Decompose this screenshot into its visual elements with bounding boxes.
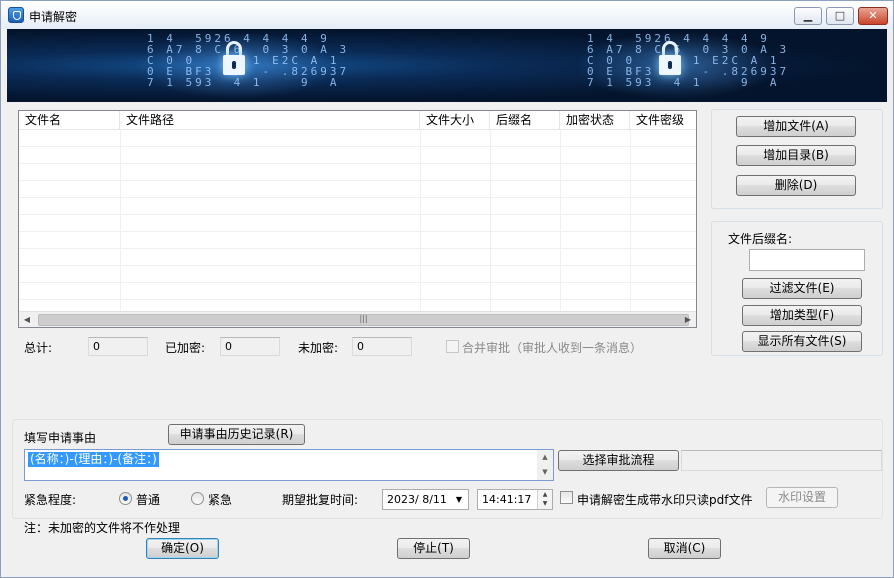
select-approval-flow-button[interactable]: 选择审批流程 bbox=[558, 450, 679, 471]
column-file-name[interactable]: 文件名 bbox=[19, 111, 120, 130]
ok-button[interactable]: 确定(O) bbox=[146, 538, 219, 559]
column-suffix[interactable]: 后缀名 bbox=[490, 111, 560, 130]
column-file-size[interactable]: 文件大小 bbox=[420, 111, 490, 130]
note-text: 注：未加密的文件将不作处理 bbox=[24, 521, 181, 535]
total-count: 0 bbox=[88, 337, 148, 356]
apply-decrypt-window: 申请解密 ▁ □ ✕ 1 4 5926 4 4 4 4 9 6 A7 8 C 6… bbox=[0, 0, 894, 578]
window-title: 申请解密 bbox=[29, 10, 78, 24]
lock-icon bbox=[223, 41, 245, 75]
horizontal-scrollbar[interactable]: ◀ ||| ▶ bbox=[19, 311, 696, 327]
encrypted-label: 已加密: bbox=[165, 341, 206, 355]
file-list[interactable]: 文件名 文件路径 文件大小 后缀名 加密状态 文件密级 ◀ ||| ▶ bbox=[18, 110, 697, 328]
watermark-settings-button[interactable]: 水印设置 bbox=[766, 487, 838, 508]
suffix-label: 文件后缀名: bbox=[728, 232, 793, 246]
scroll-thumb[interactable]: ||| bbox=[38, 314, 689, 326]
column-encrypt-status[interactable]: 加密状态 bbox=[560, 111, 630, 130]
lock-icon bbox=[659, 41, 681, 75]
time-spinner[interactable]: ▲ ▼ bbox=[537, 490, 552, 509]
unencrypted-count: 0 bbox=[352, 337, 412, 356]
urgency-urgent-label: 紧急 bbox=[208, 493, 233, 507]
file-list-header: 文件名 文件路径 文件大小 后缀名 加密状态 文件密级 bbox=[19, 111, 696, 130]
scroll-up-icon[interactable]: ▲ bbox=[537, 450, 553, 465]
reason-text: (名称：)-(理由：)-(备注：) bbox=[28, 452, 159, 467]
stop-button[interactable]: 停止(T) bbox=[397, 538, 470, 559]
chevron-down-icon[interactable]: ▼ bbox=[452, 492, 466, 507]
scroll-left-icon[interactable]: ◀ bbox=[19, 312, 35, 328]
reason-input[interactable]: (名称：)-(理由：)-(备注：) ▲ ▼ bbox=[24, 449, 554, 481]
watermark-pdf-label: 申请解密生成带水印只读pdf文件 bbox=[577, 493, 753, 507]
add-file-button[interactable]: 增加文件(A) bbox=[736, 116, 856, 137]
scroll-down-icon[interactable]: ▼ bbox=[537, 465, 553, 480]
scroll-right-icon[interactable]: ▶ bbox=[680, 312, 696, 328]
approval-time-picker[interactable]: 14:41:17 ▲ ▼ bbox=[477, 489, 553, 510]
approval-date-picker[interactable]: 2023/ 8/11 ▼ bbox=[382, 489, 469, 510]
header-banner: 1 4 5926 4 4 4 4 9 6 A7 8 C 6 0 3 0 A 3 … bbox=[7, 29, 887, 102]
approval-date-text: 2023/ 8/11 bbox=[387, 493, 447, 506]
spin-down-icon[interactable]: ▼ bbox=[538, 499, 552, 508]
column-file-path[interactable]: 文件路径 bbox=[120, 111, 420, 130]
delete-button[interactable]: 删除(D) bbox=[736, 175, 856, 196]
title-bar: 申请解密 ▁ □ ✕ bbox=[1, 1, 893, 29]
cancel-button[interactable]: 取消(C) bbox=[648, 538, 721, 559]
approval-time-text: 14:41:17 bbox=[482, 493, 532, 506]
show-all-files-button[interactable]: 显示所有文件(S) bbox=[742, 331, 862, 352]
minimize-button[interactable]: ▁ bbox=[794, 7, 822, 25]
urgency-urgent-radio[interactable] bbox=[191, 492, 204, 505]
urgency-normal-radio[interactable] bbox=[119, 492, 132, 505]
reason-scrollbar[interactable]: ▲ ▼ bbox=[537, 450, 553, 480]
banner-code-text-left: 1 4 5926 4 4 4 4 9 6 A7 8 C 6 0 3 0 A 3 … bbox=[147, 32, 350, 89]
maximize-button[interactable]: □ bbox=[826, 7, 854, 25]
shield-icon bbox=[8, 7, 24, 23]
add-directory-button[interactable]: 增加目录(B) bbox=[736, 145, 856, 166]
banner-code-text-right: 1 4 5926 4 4 4 4 9 6 A7 8 C 6 0 3 0 A 3 … bbox=[587, 32, 790, 89]
approval-flow-display bbox=[681, 450, 882, 471]
add-type-button[interactable]: 增加类型(F) bbox=[742, 305, 862, 326]
encrypted-count: 0 bbox=[220, 337, 280, 356]
suffix-input[interactable] bbox=[749, 249, 865, 271]
watermark-pdf-checkbox[interactable] bbox=[560, 491, 573, 504]
close-button[interactable]: ✕ bbox=[858, 7, 888, 25]
unencrypted-label: 未加密: bbox=[298, 341, 339, 355]
reason-history-button[interactable]: 申请事由历史记录(R) bbox=[168, 424, 305, 445]
merge-approval-checkbox[interactable] bbox=[446, 340, 459, 353]
spin-up-icon[interactable]: ▲ bbox=[538, 490, 552, 499]
urgency-label: 紧急程度: bbox=[24, 493, 77, 507]
filter-files-button[interactable]: 过滤文件(E) bbox=[742, 278, 862, 299]
merge-approval-label: 合并审批（审批人收到一条消息） bbox=[462, 341, 643, 355]
urgency-normal-label: 普通 bbox=[136, 493, 161, 507]
approval-time-label: 期望批复时间: bbox=[282, 493, 359, 507]
reason-label: 填写申请事由 bbox=[24, 431, 97, 445]
column-file-level[interactable]: 文件密级 bbox=[630, 111, 696, 130]
total-label: 总计: bbox=[24, 341, 53, 355]
